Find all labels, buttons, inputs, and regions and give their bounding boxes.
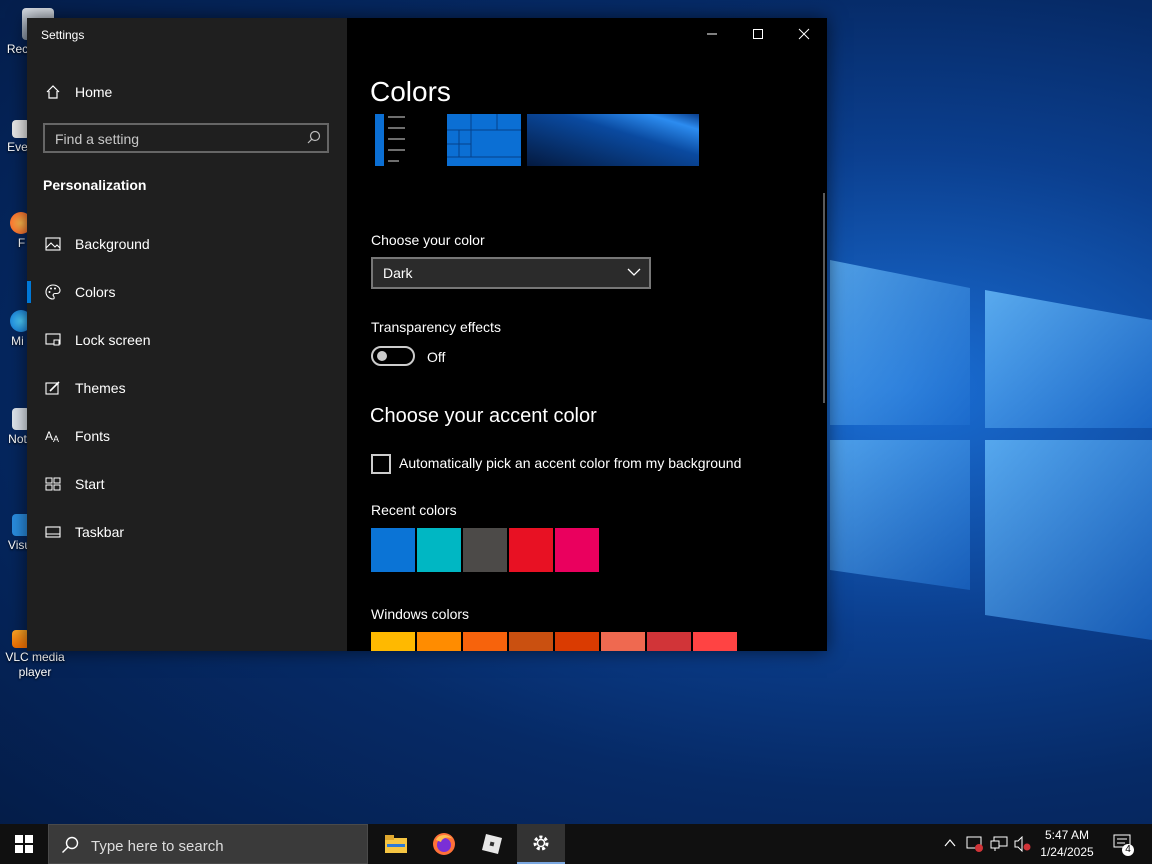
window-title: Settings — [41, 28, 85, 42]
action-center-button[interactable]: 4 — [1104, 824, 1144, 864]
windows-color-swatch[interactable] — [509, 632, 553, 651]
windows-color-swatch[interactable] — [555, 632, 599, 651]
sidebar-item-background[interactable]: Background — [43, 233, 150, 255]
sidebar-item-start[interactable]: Start — [43, 473, 105, 495]
roblox-icon — [482, 834, 502, 854]
desktop-icon-label: VLC media player — [5, 650, 65, 679]
taskbar: 5:47 AM 1/24/2025 4 — [0, 824, 1152, 864]
transparency-toggle[interactable] — [371, 346, 415, 366]
chevron-down-icon — [627, 268, 641, 276]
recent-color-swatch[interactable] — [555, 528, 599, 572]
nav-home-label: Home — [75, 84, 113, 100]
desktop-icon-label: Not — [8, 432, 27, 446]
sidebar-item-themes[interactable]: Themes — [43, 377, 126, 399]
gear-icon — [533, 835, 549, 851]
windows-color-swatch[interactable] — [647, 632, 691, 651]
wallpaper-windows-logo — [830, 260, 1152, 640]
brush-icon — [43, 380, 63, 396]
search-icon — [62, 836, 79, 853]
clock-time: 5:47 AM — [1044, 828, 1090, 842]
svg-text:A: A — [53, 434, 59, 444]
svg-text:A: A — [45, 429, 53, 443]
recent-color-swatch[interactable] — [463, 528, 507, 572]
picture-icon — [43, 236, 63, 252]
settings-sidebar: Settings Home Personalization Background… — [27, 18, 347, 651]
taskbar-file-explorer[interactable] — [372, 824, 420, 864]
sidebar-item-lock-screen[interactable]: Lock screen — [43, 329, 150, 351]
recent-color-swatch[interactable] — [371, 528, 415, 572]
selected-indicator — [27, 281, 31, 303]
sidebar-item-fonts[interactable]: AA Fonts — [43, 425, 110, 447]
search-icon — [307, 130, 321, 149]
taskbar-firefox[interactable] — [420, 824, 468, 864]
notification-badge: 4 — [1122, 844, 1134, 856]
windows-logo-icon — [15, 835, 33, 853]
network-icon[interactable] — [990, 836, 1008, 852]
taskbar-clock[interactable]: 5:47 AM 1/24/2025 — [1036, 827, 1098, 861]
windows-color-swatch[interactable] — [463, 632, 507, 651]
transparency-label: Transparency effects — [371, 319, 501, 335]
choose-color-dropdown[interactable]: Dark — [371, 257, 651, 289]
folder-icon — [385, 835, 407, 853]
taskbar-settings[interactable] — [517, 824, 565, 864]
windows-color-swatch[interactable] — [693, 632, 737, 651]
sidebar-item-colors[interactable]: Colors — [43, 281, 115, 303]
font-icon: AA — [43, 428, 63, 444]
recent-color-swatch[interactable] — [509, 528, 553, 572]
desktop-icon-label: F — [17, 236, 26, 250]
taskbar-roblox[interactable] — [468, 824, 516, 864]
sidebar-item-taskbar[interactable]: Taskbar — [43, 521, 124, 543]
windows-color-swatch[interactable] — [417, 632, 461, 651]
sidebar-item-label: Taskbar — [75, 524, 125, 540]
recent-colors-label: Recent colors — [371, 502, 457, 518]
sidebar-item-label: Themes — [75, 380, 126, 396]
nav-home[interactable]: Home — [43, 82, 112, 102]
windows-color-swatch[interactable] — [601, 632, 645, 651]
sidebar-item-label: Colors — [75, 284, 116, 300]
chevron-up-icon[interactable] — [944, 838, 956, 848]
transparency-state: Off — [427, 349, 446, 365]
content-scrollbar[interactable] — [823, 193, 825, 403]
firefox-icon — [433, 833, 455, 855]
page-title: Colors — [370, 76, 451, 107]
recent-color-swatch[interactable] — [417, 528, 461, 572]
sidebar-item-label: Start — [75, 476, 105, 492]
auto-accent-label: Automatically pick an accent color from … — [399, 455, 742, 471]
accent-heading: Choose your accent color — [370, 405, 597, 427]
desktop-icon-label: Eve — [7, 140, 28, 154]
desktop-icon-label: Rec — [6, 42, 29, 56]
taskbar-icon — [43, 524, 63, 540]
lock-screen-icon — [43, 332, 63, 348]
clock-date: 1/24/2025 — [1040, 845, 1094, 859]
start-button[interactable] — [0, 824, 48, 864]
taskbar-search[interactable] — [48, 824, 368, 864]
choose-color-value: Dark — [383, 265, 413, 281]
palette-icon — [43, 284, 63, 300]
desktop-icon-label: Mi — [11, 334, 24, 348]
home-icon — [43, 84, 63, 100]
sidebar-item-label: Fonts — [75, 428, 111, 444]
settings-content: Colors Choose your color Dark Transparen… — [347, 18, 827, 651]
settings-window: Settings Home Personalization Background… — [27, 18, 827, 651]
section-title: Personalization — [43, 177, 147, 193]
color-preview — [375, 114, 699, 166]
find-setting-input[interactable] — [53, 129, 297, 149]
sidebar-item-label: Lock screen — [75, 332, 151, 348]
windows-color-swatch[interactable] — [371, 632, 415, 651]
volume-muted-icon[interactable] — [1014, 836, 1032, 852]
sidebar-item-label: Background — [75, 236, 150, 252]
find-setting-search[interactable] — [43, 123, 329, 153]
toggle-knob — [377, 351, 387, 361]
windows-colors-label: Windows colors — [371, 606, 470, 622]
security-icon[interactable] — [966, 836, 984, 852]
taskbar-search-input[interactable] — [89, 836, 343, 856]
start-grid-icon — [43, 476, 63, 492]
choose-color-label: Choose your color — [371, 232, 485, 248]
auto-accent-checkbox[interactable] — [371, 454, 391, 474]
